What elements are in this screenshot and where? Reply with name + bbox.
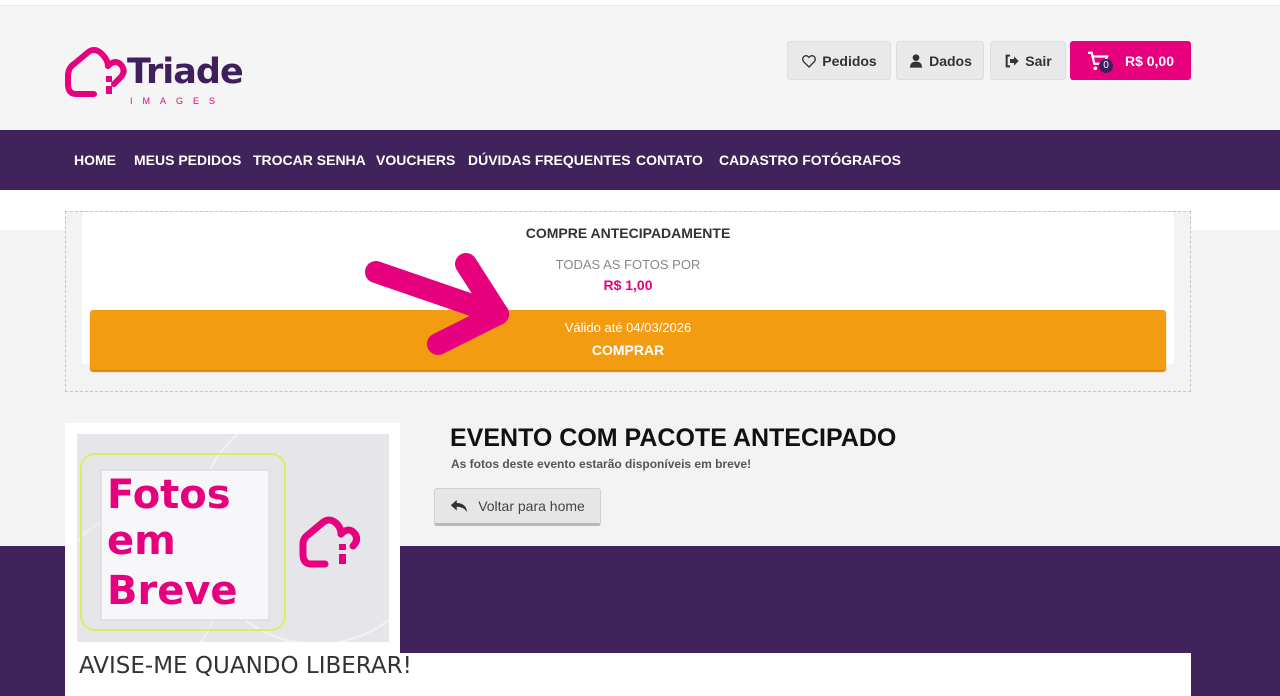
dados-label: Dados bbox=[929, 52, 972, 69]
image-text-line-2: em bbox=[107, 518, 176, 564]
sair-button[interactable]: Sair bbox=[990, 41, 1066, 80]
cart-count-badge: 0 bbox=[1098, 58, 1113, 73]
event-subtitle: As fotos deste evento estarão disponívei… bbox=[451, 457, 752, 471]
logo-subtitle: IMAGES bbox=[130, 96, 226, 106]
cart-total: R$ 0,00 bbox=[1124, 52, 1175, 69]
user-icon bbox=[910, 53, 923, 68]
image-text-line-1: Fotos bbox=[107, 472, 231, 518]
advance-purchase-box: COMPRE ANTECIPADAMENTE TODAS AS FOTOS PO… bbox=[65, 211, 1191, 392]
nav-home[interactable]: HOME bbox=[74, 152, 116, 168]
notify-box[interactable]: AVISE-ME QUANDO LIBERAR! bbox=[65, 653, 1191, 696]
buy-label: COMPRAR bbox=[591, 342, 665, 358]
event-title: EVENTO COM PACOTE ANTECIPADO bbox=[450, 424, 897, 452]
promo-subtitle: TODAS AS FOTOS POR bbox=[555, 257, 701, 272]
cart-icon-wrap: 0 bbox=[1087, 51, 1113, 73]
back-home-button[interactable]: Voltar para home bbox=[434, 488, 601, 526]
image-text-line-3: Breve bbox=[107, 568, 238, 614]
sign-out-icon bbox=[1005, 54, 1019, 67]
site-logo[interactable]: Triade IMAGES bbox=[64, 34, 244, 114]
back-home-label: Voltar para home bbox=[478, 498, 585, 514]
reply-icon bbox=[450, 500, 468, 512]
nav-duvidas-frequentes[interactable]: DÚVIDAS FREQUENTES bbox=[468, 152, 631, 168]
promo-price: R$ 1,00 bbox=[603, 277, 653, 293]
event-image-card: Fotos em Breve bbox=[65, 423, 400, 653]
heart-icon bbox=[802, 54, 817, 68]
notify-label: AVISE-ME QUANDO LIBERAR! bbox=[79, 653, 412, 679]
pedidos-label: Pedidos bbox=[822, 52, 877, 69]
nav-vouchers[interactable]: VOUCHERS bbox=[376, 152, 455, 168]
logo-heart-icon bbox=[65, 47, 127, 97]
logo-text: Triade bbox=[127, 52, 244, 92]
dados-button[interactable]: Dados bbox=[896, 41, 984, 80]
pedidos-button[interactable]: Pedidos bbox=[787, 41, 891, 80]
site-header: Triade IMAGES Pedidos Dados Sair 0 R$ 0,… bbox=[0, 6, 1280, 130]
main-nav: HOME MEUS PEDIDOS TROCAR SENHA VOUCHERS … bbox=[0, 130, 1280, 190]
pointer-arrow-icon bbox=[365, 253, 509, 355]
cart-button[interactable]: 0 R$ 0,00 bbox=[1070, 41, 1191, 80]
nav-meus-pedidos[interactable]: MEUS PEDIDOS bbox=[134, 152, 241, 168]
event-image: Fotos em Breve bbox=[77, 434, 389, 642]
promo-title: COMPRE ANTECIPADAMENTE bbox=[525, 225, 731, 241]
nav-cadastro-fotografos[interactable]: CADASTRO FOTÓGRAFOS bbox=[719, 152, 901, 168]
buy-valid-until: Válido até 04/03/2026 bbox=[564, 320, 692, 335]
coming-soon-image: Fotos em Breve bbox=[77, 434, 389, 642]
sair-label: Sair bbox=[1025, 52, 1052, 69]
buy-button[interactable]: Válido até 04/03/2026 COMPRAR bbox=[90, 310, 1166, 370]
nav-contato[interactable]: CONTATO bbox=[636, 152, 703, 168]
nav-trocar-senha[interactable]: TROCAR SENHA bbox=[253, 152, 366, 168]
